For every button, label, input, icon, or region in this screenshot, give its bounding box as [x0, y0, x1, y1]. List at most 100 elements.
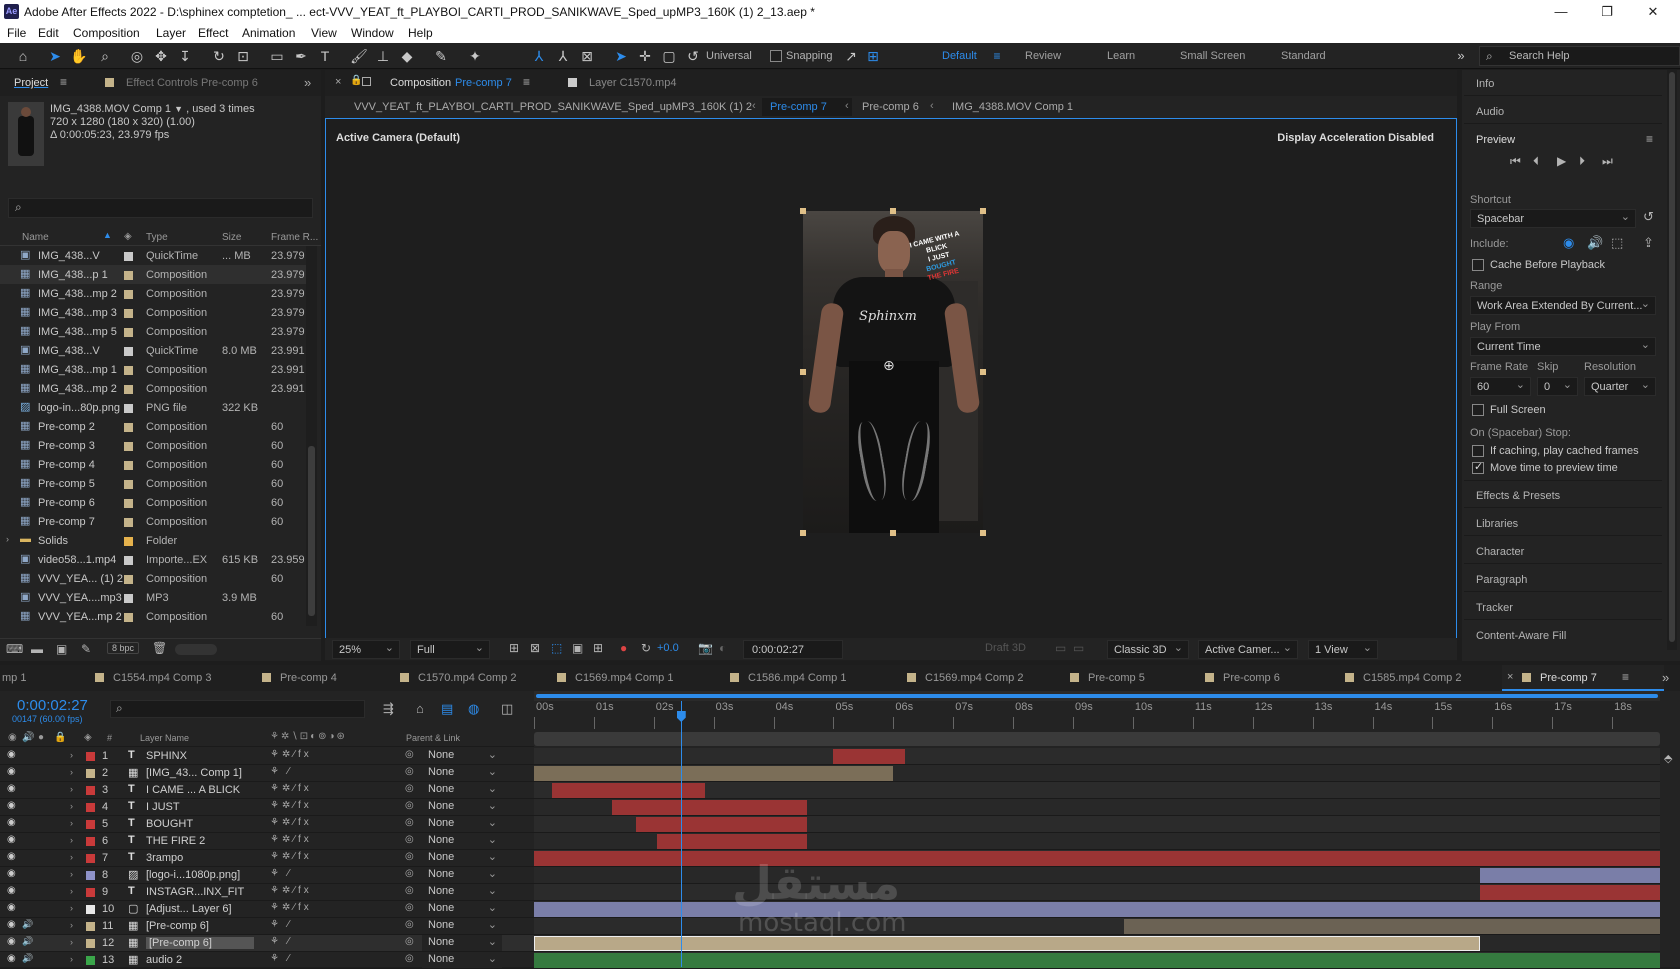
label-swatch[interactable] — [124, 271, 133, 280]
expand-layer-icon[interactable]: › — [70, 937, 73, 947]
layer-switch-icons[interactable]: ⚘ ∕ — [270, 868, 292, 879]
previous-frame-icon[interactable]: ⏴ — [1533, 154, 1539, 169]
menu-animation[interactable]: Animation — [242, 26, 295, 40]
project-item[interactable]: ▦ IMG_438...mp 1 Composition 23.991 — [0, 360, 306, 379]
timeline-overflow-icon[interactable]: » — [1662, 670, 1669, 685]
content-aware-fill-section[interactable]: Content-Aware Fill — [1464, 622, 1662, 648]
pick-whip-icon[interactable]: ◎ — [405, 868, 414, 879]
layer-switch-icons[interactable]: ⚘✲∕fx — [270, 885, 312, 896]
minimize-icon[interactable]: — — [1538, 1, 1584, 23]
expand-arrow-icon[interactable]: › — [6, 534, 9, 544]
layer-name[interactable]: [IMG_43... Comp 1] — [146, 767, 242, 779]
timeline-layer-row[interactable]: ◉ 🔊 › 13 ▦ audio 2 ⚘ ∕ ◎ None — [0, 952, 534, 969]
timeline-scroll-icon[interactable]: ⬘ — [1664, 752, 1672, 765]
pick-whip-icon[interactable]: ◎ — [405, 851, 414, 862]
pick-whip-icon[interactable]: ◎ — [405, 783, 414, 794]
timeline-layer-row[interactable]: ◉ › 7 T 3rampo ⚘✲∕fx ◎ None — [0, 850, 534, 867]
parent-dropdown[interactable]: None — [422, 850, 502, 866]
menu-layer[interactable]: Layer — [156, 26, 186, 40]
timeline-vertical-scroll[interactable]: ⬘ — [1660, 748, 1680, 967]
timeline-layer-row[interactable]: ◉ 🔊 › 12 ▦ [Pre-comp 6] ⚘ ∕ ◎ None — [0, 935, 534, 952]
transform-handle-tc[interactable] — [890, 208, 896, 214]
move-3d-icon[interactable]: ✛ — [636, 47, 654, 65]
dolly-camera-icon[interactable]: ↧ — [176, 47, 194, 65]
search-help-field[interactable]: ⌕ Search Help — [1479, 46, 1680, 66]
magnification-dropdown[interactable]: 25% — [332, 640, 400, 659]
timeline-tab[interactable]: Pre-comp 7 — [1540, 672, 1597, 684]
tab-project[interactable]: Project — [14, 77, 48, 89]
tab-effect-controls-target[interactable]: Pre-comp 6 — [201, 77, 258, 89]
visibility-eye-icon[interactable]: ◉ — [7, 749, 16, 760]
timeline-layer-row[interactable]: ◉ › 1 T SPHINX ⚘✲∕fx ◎ None — [0, 748, 534, 765]
project-item[interactable]: ▦ Pre-comp 7 Composition 60 — [0, 512, 306, 531]
layer-label-swatch[interactable] — [86, 803, 95, 812]
timeline-tab[interactable]: C1586.mp4 Comp 1 — [748, 672, 846, 684]
layer-duration-bar[interactable] — [833, 749, 906, 764]
extended-viewer-icon[interactable]: ▭ — [1073, 641, 1084, 655]
layer-label-swatch[interactable] — [86, 956, 95, 965]
workspace-small-screen[interactable]: Small Screen — [1180, 50, 1245, 62]
audio-section[interactable]: Audio — [1464, 98, 1662, 124]
pick-whip-icon[interactable]: ◎ — [405, 902, 414, 913]
panel-overflow-icon[interactable]: » — [304, 75, 311, 90]
pick-whip-icon[interactable]: ◎ — [405, 919, 414, 930]
visibility-eye-icon[interactable]: ◉ — [7, 800, 16, 811]
label-swatch[interactable] — [124, 309, 133, 318]
snap-target-icon[interactable]: ⊞ — [864, 47, 882, 65]
rotation-tool-icon[interactable]: ↻ — [210, 47, 228, 65]
new-composition-icon[interactable]: ▣ — [56, 642, 67, 656]
color-channels-icon[interactable]: ● — [620, 641, 627, 655]
pen-tool-icon[interactable]: ✒ — [292, 47, 310, 65]
hide-shy-layers-icon[interactable]: ▤ — [441, 701, 453, 717]
visibility-eye-icon[interactable]: ◉ — [7, 834, 16, 845]
breadcrumb-active[interactable]: Pre-comp 7 — [770, 101, 827, 113]
project-item[interactable]: ▦ VVV_YEA... (1) 2 Composition 60 — [0, 569, 306, 588]
timeline-tab[interactable]: Pre-comp 6 — [1223, 672, 1280, 684]
expand-layer-icon[interactable]: › — [70, 852, 73, 862]
column-type[interactable]: Type — [146, 232, 168, 243]
layer-switch-icons[interactable]: ⚘✲∕fx — [270, 902, 312, 913]
grid-guides-icon[interactable]: ⊞ — [593, 641, 603, 655]
parent-dropdown[interactable]: None — [422, 918, 502, 934]
workspace-learn[interactable]: Learn — [1107, 50, 1135, 62]
expand-layer-icon[interactable]: › — [70, 886, 73, 896]
graph-editor-icon[interactable]: ◫ — [501, 701, 513, 717]
anchor-point-tool-icon[interactable]: ⊡ — [234, 47, 252, 65]
type-tool-icon[interactable]: T — [316, 47, 334, 65]
layer-duration-bar[interactable] — [534, 936, 1481, 951]
3d-ground-plane-icon[interactable]: ▭ — [1055, 641, 1066, 655]
transparency-grid-icon[interactable]: ⊠ — [530, 641, 540, 655]
workspace-menu-icon[interactable]: ≡ — [988, 47, 1006, 65]
panel-menu-icon[interactable]: ≡ — [1646, 132, 1653, 146]
time-ruler[interactable]: 00s 01s 02s 03s 04s 05s 06s 07s 08s 09s 10s 11s 12s 1… — [534, 691, 1660, 747]
label-swatch[interactable] — [124, 347, 133, 356]
layer-label-swatch[interactable] — [86, 888, 95, 897]
project-search-input[interactable]: ⌕ — [8, 198, 313, 218]
project-item[interactable]: ▦ IMG_438...p 1 Composition 23.979 — [0, 265, 306, 284]
label-swatch[interactable] — [124, 442, 133, 451]
parent-dropdown[interactable]: None — [422, 901, 502, 917]
renderer-dropdown[interactable]: Classic 3D — [1107, 640, 1189, 659]
resolution-dropdown[interactable]: Full — [410, 640, 490, 659]
workspace-review[interactable]: Review — [1025, 50, 1061, 62]
parent-dropdown[interactable]: None — [422, 935, 502, 951]
layer-duration-bar[interactable] — [611, 800, 807, 815]
panel-menu-icon[interactable]: ≡ — [60, 75, 67, 89]
transform-handle-bc[interactable] — [890, 530, 896, 536]
label-swatch[interactable] — [124, 423, 133, 432]
include-audio-icon[interactable]: 🔊 — [1587, 235, 1603, 251]
layer-duration-bar[interactable] — [534, 902, 1660, 917]
menu-edit[interactable]: Edit — [38, 26, 59, 40]
breadcrumb-img-comp[interactable]: IMG_4388.MOV Comp 1 — [952, 101, 1073, 113]
play-from-dropdown[interactable]: Current Time — [1470, 337, 1656, 356]
layer-name[interactable]: [Pre-comp 6] — [146, 937, 254, 949]
layer-switch-icons[interactable]: ⚘✲∕fx — [270, 783, 312, 794]
tab-composition-label[interactable]: Composition — [390, 77, 451, 89]
parent-dropdown[interactable]: None — [422, 867, 502, 883]
workspace-default[interactable]: Default — [942, 50, 977, 62]
tab-effect-controls[interactable]: Effect Controls — [126, 77, 198, 89]
layer-name[interactable]: BOUGHT — [146, 818, 193, 830]
label-swatch[interactable] — [124, 404, 133, 413]
timeline-layer-row[interactable]: ◉ › 3 T I CAME ... A BLICK ⚘✲∕fx ◎ None — [0, 782, 534, 799]
shortcut-dropdown[interactable]: Spacebar — [1470, 209, 1636, 228]
